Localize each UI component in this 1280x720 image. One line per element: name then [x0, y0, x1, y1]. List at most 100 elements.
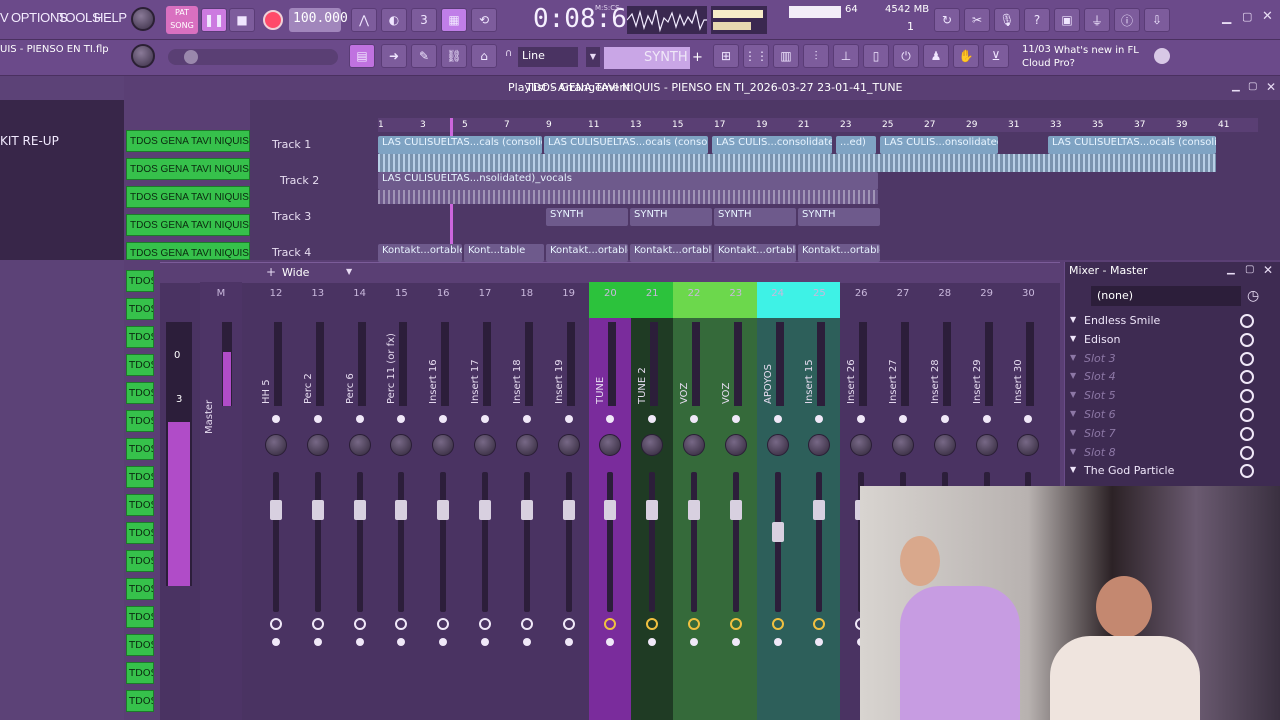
stereo-sep-dot[interactable]	[439, 415, 448, 423]
channel-button[interactable]: TDOS	[126, 634, 154, 656]
audio-clip[interactable]: LAS CULISUELTAS...nsolidated)_vocals	[378, 172, 878, 190]
maximize-icon[interactable]: ▢	[1242, 10, 1252, 23]
volume-fader-track[interactable]	[273, 472, 279, 612]
pattern-clip[interactable]: SYNTH	[630, 208, 712, 226]
fx-slot[interactable]: Slot 8 ▼	[1068, 444, 1276, 462]
enable-dot[interactable]	[731, 638, 740, 646]
globe-icon[interactable]	[1154, 48, 1170, 64]
slot-dropdown-icon[interactable]: ▼	[1070, 315, 1076, 324]
fx-slot[interactable]: Endless Smile ▼	[1068, 312, 1276, 330]
volume-fader-track[interactable]	[523, 472, 530, 612]
stereo-sep-dot[interactable]	[397, 415, 406, 423]
routing-clock-icon[interactable]: ◷	[1247, 288, 1259, 304]
slot-toggle-icon[interactable]	[1240, 408, 1254, 422]
fx-slot[interactable]: Edison ▼	[1068, 331, 1276, 349]
record-button[interactable]	[263, 10, 283, 30]
enable-dot[interactable]	[272, 638, 280, 646]
channel-rack-icon[interactable]: ⋮⋮	[743, 44, 769, 68]
step-edit-icon[interactable]: ▦	[441, 8, 467, 32]
metronome-icon[interactable]: ⋀	[351, 8, 377, 32]
stereo-sep-dot[interactable]	[857, 415, 866, 423]
slot-toggle-icon[interactable]	[1240, 351, 1254, 366]
volume-fader[interactable]	[688, 500, 700, 520]
volume-fader-track[interactable]	[314, 472, 321, 612]
track-label[interactable]: Track 3	[272, 210, 311, 223]
loop-record-icon[interactable]: ⟲	[471, 8, 497, 32]
volume-fader-track[interactable]	[565, 472, 572, 612]
mixer-strip[interactable]: 23 VOZ	[714, 282, 757, 720]
hand-icon[interactable]: ✋	[953, 44, 979, 68]
mixer-strip[interactable]: 24 APOYOS	[756, 282, 799, 720]
route-ring[interactable]	[813, 618, 826, 630]
stereo-sep-dot[interactable]	[564, 415, 573, 423]
playlist-close-icon[interactable]: ✕	[1266, 80, 1276, 94]
channel-button[interactable]: TDOS	[126, 522, 154, 544]
cart-icon[interactable]: ⊻	[983, 44, 1009, 68]
add-instrument-icon[interactable]: +	[692, 50, 703, 65]
save-icon[interactable]: ▣	[1054, 8, 1080, 32]
slot-dropdown-icon[interactable]: ▼	[1070, 447, 1076, 456]
stereo-sep-dot[interactable]	[773, 415, 782, 423]
slot-dropdown-icon[interactable]: ▼	[1070, 390, 1076, 399]
tempo-display[interactable]: 100.000	[289, 8, 348, 32]
mixer-strip[interactable]: 16 Insert 16	[422, 282, 464, 720]
pencil-tool-icon[interactable]: ✎	[411, 44, 437, 68]
close-icon[interactable]: ✕	[1262, 9, 1273, 24]
pat-song-toggle[interactable]: PAT SONG	[166, 6, 198, 34]
pattern-clip[interactable]: Kontakt...ortable	[378, 244, 462, 262]
audio-clip[interactable]: LAS CULISUELTAS...ocals (consolidated)	[544, 136, 708, 154]
pan-knob[interactable]	[432, 434, 455, 456]
magnet-icon[interactable]: ∩	[505, 48, 512, 59]
volume-fader-track[interactable]	[732, 472, 739, 612]
route-ring[interactable]	[520, 618, 533, 630]
mixer-strip[interactable]: 17 Insert 17	[464, 282, 506, 720]
route-ring[interactable]	[353, 618, 366, 630]
volume-fader[interactable]	[520, 500, 533, 520]
volume-fader[interactable]	[604, 500, 617, 520]
pan-knob[interactable]	[390, 434, 413, 456]
channel-button[interactable]: TDOS	[126, 606, 154, 628]
stereo-sep-dot[interactable]	[1024, 415, 1033, 423]
pan-knob[interactable]	[683, 434, 705, 456]
audio-clip[interactable]: ...ed)	[836, 136, 876, 154]
slot-toggle-icon[interactable]	[1240, 464, 1254, 479]
slot-dropdown-icon[interactable]: ▼	[1070, 465, 1076, 474]
slot-toggle-icon[interactable]	[1240, 370, 1254, 385]
pan-knob[interactable]	[892, 434, 914, 456]
stereo-sep-dot[interactable]	[481, 415, 489, 423]
pattern-clip[interactable]: Kont...table	[464, 244, 544, 262]
mixer-strip[interactable]: 18 Insert 18	[506, 282, 548, 720]
route-ring[interactable]	[437, 618, 450, 630]
countdown-icon[interactable]: 3	[411, 8, 437, 32]
stereo-sep-dot[interactable]	[690, 415, 698, 423]
stereo-sep-dot[interactable]	[899, 415, 907, 423]
volume-fader-track[interactable]	[607, 472, 614, 612]
pattern-clip[interactable]: Kontakt...ortable	[630, 244, 712, 262]
preset-select[interactable]: (none)	[1091, 286, 1241, 306]
pan-knob[interactable]	[808, 434, 831, 456]
pattern-clip[interactable]: Kontakt...ortable	[714, 244, 796, 262]
slot-dropdown-icon[interactable]: ▼	[1070, 353, 1076, 362]
slot-dropdown-icon[interactable]: ▼	[1070, 371, 1076, 380]
stereo-sep-dot[interactable]	[355, 415, 364, 423]
master-fader-slider[interactable]	[168, 49, 338, 65]
menu-view[interactable]: V	[0, 10, 9, 25]
enable-dot[interactable]	[564, 638, 573, 646]
mixer-strip[interactable]: 25 Insert 15	[798, 282, 841, 720]
route-ring[interactable]	[270, 618, 282, 630]
cut-icon[interactable]: ✂	[964, 8, 990, 32]
slot-toggle-icon[interactable]	[1240, 314, 1254, 328]
snap-dropdown-icon[interactable]: ▼	[586, 47, 600, 67]
mixer-strip[interactable]: 21 TUNE 2	[631, 282, 674, 720]
stereo-sep-dot[interactable]	[940, 415, 949, 423]
stereo-sep-dot[interactable]	[982, 415, 991, 423]
slot-toggle-icon[interactable]	[1240, 332, 1254, 347]
volume-fader[interactable]	[353, 500, 366, 520]
fx-minimize-icon[interactable]: ▁	[1227, 264, 1235, 275]
fx-slot[interactable]: Slot 3 ▼	[1068, 350, 1276, 368]
stereo-sep-dot[interactable]	[815, 415, 824, 423]
volume-fader[interactable]	[437, 500, 450, 520]
enable-dot[interactable]	[648, 638, 657, 646]
route-ring[interactable]	[688, 618, 700, 630]
master-strip[interactable]: M Master	[200, 282, 242, 720]
